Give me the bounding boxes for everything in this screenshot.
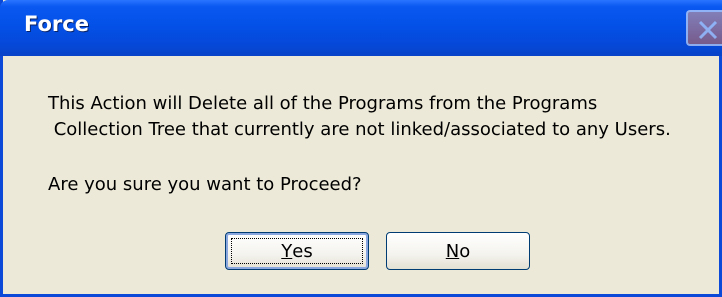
no-label-rest: o bbox=[459, 240, 471, 262]
yes-button[interactable]: Yes bbox=[225, 232, 369, 270]
message-line-1: This Action will Delete all of the Progr… bbox=[48, 93, 598, 114]
confirm-question: Are you sure you want to Proceed? bbox=[48, 174, 362, 195]
close-button[interactable] bbox=[686, 10, 722, 46]
no-button[interactable]: No bbox=[386, 232, 530, 270]
close-icon bbox=[698, 20, 718, 40]
title-bar[interactable]: Force bbox=[0, 0, 722, 56]
message-line-2: Collection Tree that currently are not l… bbox=[48, 119, 671, 140]
focus-rectangle bbox=[231, 238, 363, 264]
no-mnemonic: N bbox=[445, 240, 460, 262]
window-title: Force bbox=[24, 12, 89, 36]
force-dialog: Force This Action will Delete all of the… bbox=[0, 0, 722, 297]
